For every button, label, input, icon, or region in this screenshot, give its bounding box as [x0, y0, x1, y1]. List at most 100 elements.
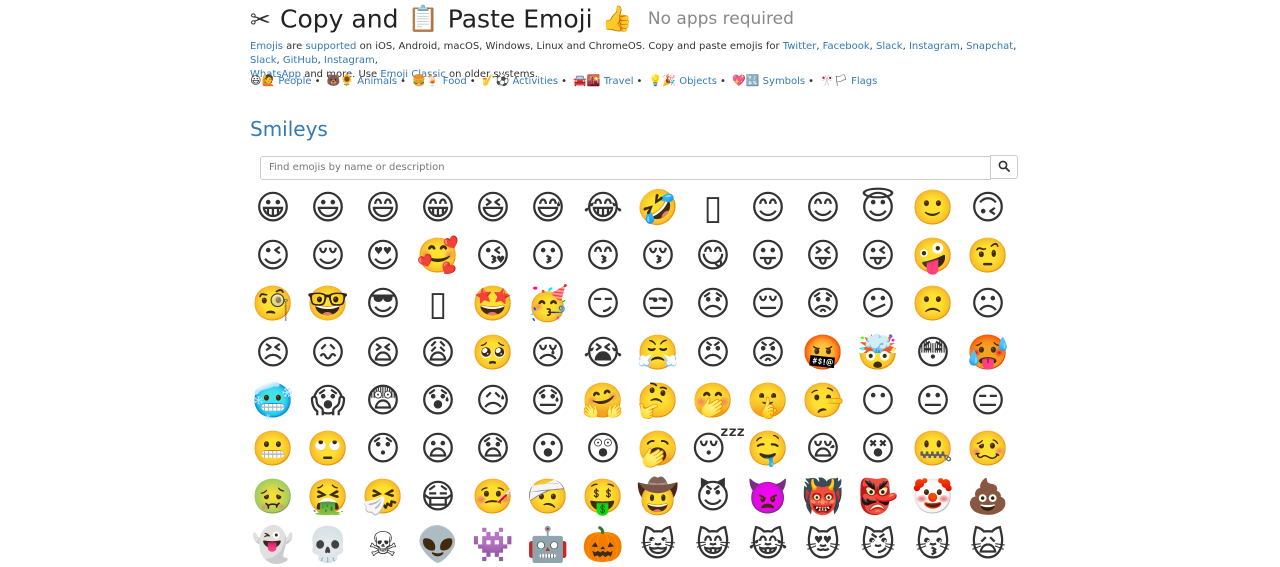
category-link-animals[interactable]: Animals — [357, 76, 397, 87]
emoji-item[interactable]: 🤯 — [856, 331, 900, 375]
search-button[interactable] — [990, 155, 1018, 179]
supported-link[interactable]: supported — [305, 41, 356, 52]
emoji-item[interactable]: 😶 — [856, 379, 900, 423]
emoji-item[interactable]: ▯ — [691, 186, 735, 230]
category-link-food[interactable]: Food — [443, 76, 467, 87]
emoji-item[interactable]: 🤬 — [801, 331, 845, 375]
emoji-item[interactable]: 🤧 — [361, 475, 405, 519]
category-link-flags[interactable]: Flags — [851, 76, 877, 87]
emoji-item[interactable]: 🤑 — [581, 475, 625, 519]
emoji-item[interactable]: 😀 — [251, 186, 295, 230]
emoji-item[interactable]: 😻 — [801, 523, 845, 567]
emoji-item[interactable]: 😃 — [306, 186, 350, 230]
emoji-item[interactable]: 😋 — [691, 234, 735, 278]
emoji-item[interactable]: 😰 — [416, 379, 460, 423]
emoji-item[interactable]: 🤕 — [526, 475, 570, 519]
category-link-people[interactable]: People — [278, 76, 311, 87]
emoji-item[interactable]: 😥 — [471, 379, 515, 423]
emoji-item[interactable]: 🤐 — [911, 427, 955, 471]
emoji-item[interactable]: 🤥 — [801, 379, 845, 423]
emoji-item[interactable]: 🥵 — [966, 331, 1010, 375]
category-link-objects[interactable]: Objects — [679, 76, 717, 87]
emoji-item[interactable]: 👻 — [251, 523, 295, 567]
emoji-item[interactable]: 😖 — [306, 331, 350, 375]
emoji-item[interactable]: 😪 — [801, 427, 845, 471]
emoji-item[interactable]: 😂 — [581, 186, 625, 230]
emoji-item[interactable]: 🤭 — [691, 379, 735, 423]
emojis-link[interactable]: Emojis — [250, 41, 283, 52]
emoji-item[interactable]: 😧 — [471, 427, 515, 471]
emoji-item[interactable]: 😄 — [361, 186, 405, 230]
emoji-item[interactable]: 😍 — [361, 234, 405, 278]
emoji-item[interactable]: 😷 — [416, 475, 460, 519]
emoji-item[interactable]: ☹ — [966, 282, 1010, 326]
category-link-activities[interactable]: Activities — [512, 76, 558, 87]
emoji-item[interactable]: 😨 — [361, 379, 405, 423]
emoji-item[interactable]: 🤓 — [306, 282, 350, 326]
emoji-item[interactable]: 🥶 — [251, 379, 295, 423]
twitter-link[interactable]: Twitter — [783, 41, 817, 52]
emoji-item[interactable]: 😴 — [691, 427, 746, 471]
emoji-item[interactable]: 💀 — [306, 523, 350, 567]
emoji-item[interactable]: 🤨 — [966, 234, 1010, 278]
emoji-item[interactable]: 😤 — [636, 331, 680, 375]
instagram-link[interactable]: Instagram — [909, 41, 960, 52]
emoji-item[interactable]: 😉 — [251, 234, 295, 278]
emoji-item[interactable]: 🤗 — [581, 379, 625, 423]
emoji-item[interactable]: 🤢 — [251, 475, 295, 519]
emoji-item[interactable]: 😮 — [526, 427, 570, 471]
emoji-item[interactable]: 😵 — [856, 427, 900, 471]
emoji-item[interactable]: 🎃 — [581, 523, 625, 567]
emoji-item[interactable]: 🥳 — [526, 282, 570, 326]
emoji-item[interactable]: 🤔 — [636, 379, 680, 423]
emoji-item[interactable]: 😺 — [636, 523, 680, 567]
emoji-item[interactable]: 👺 — [856, 475, 900, 519]
emoji-item[interactable]: 😟 — [801, 282, 845, 326]
emoji-item[interactable]: 💩 — [966, 475, 1010, 519]
emoji-item[interactable]: 🥴 — [966, 427, 1010, 471]
search-input[interactable] — [260, 155, 991, 180]
emoji-item[interactable]: 😡 — [746, 331, 790, 375]
category-link-symbols[interactable]: Symbols — [763, 76, 805, 87]
emoji-item[interactable]: 😽 — [911, 523, 955, 567]
emoji-item[interactable]: 🤫 — [746, 379, 790, 423]
emoji-item[interactable]: 😔 — [746, 282, 790, 326]
emoji-item[interactable]: 🤖 — [526, 523, 570, 567]
emoji-item[interactable]: 🙀 — [966, 523, 1010, 567]
emoji-item[interactable]: 😯 — [361, 427, 405, 471]
emoji-item[interactable]: 👽 — [416, 523, 460, 567]
emoji-item[interactable]: 😣 — [251, 331, 295, 375]
emoji-item[interactable]: 😘 — [471, 234, 515, 278]
emoji-item[interactable]: 😎 — [361, 282, 405, 326]
emoji-item[interactable]: 😅 — [526, 186, 570, 230]
category-link-travel[interactable]: Travel — [604, 76, 634, 87]
emoji-item[interactable]: 🙂 — [911, 186, 955, 230]
emoji-item[interactable]: 😜 — [856, 234, 900, 278]
emoji-item[interactable]: 😳 — [911, 331, 955, 375]
emoji-item[interactable]: 🤮 — [306, 475, 350, 519]
emoji-item[interactable]: 😫 — [361, 331, 405, 375]
emoji-item[interactable]: 😗 — [526, 234, 570, 278]
snapchat-link[interactable]: Snapchat — [966, 41, 1013, 52]
emoji-item[interactable]: 👿 — [746, 475, 790, 519]
emoji-item[interactable]: 😊 — [746, 186, 790, 230]
emoji-item[interactable]: 😈 — [691, 475, 735, 519]
slack-link-2[interactable]: Slack — [250, 55, 277, 66]
emoji-item[interactable]: 😢 — [526, 331, 570, 375]
emoji-item[interactable]: 😊 — [801, 186, 845, 230]
emoji-item[interactable]: ▯ — [416, 282, 460, 326]
emoji-item[interactable]: 🙁 — [911, 282, 955, 326]
emoji-item[interactable]: 😸 — [691, 523, 735, 567]
emoji-item[interactable]: 😛 — [746, 234, 790, 278]
instagram-link-2[interactable]: Instagram — [324, 55, 375, 66]
emoji-item[interactable]: 😚 — [636, 234, 680, 278]
emoji-item[interactable]: 😹 — [746, 523, 790, 567]
emoji-item[interactable]: 😇 — [856, 186, 900, 230]
slack-link[interactable]: Slack — [876, 41, 903, 52]
emoji-item[interactable]: 😑 — [966, 379, 1010, 423]
emoji-item[interactable]: 😼 — [856, 523, 900, 567]
github-link[interactable]: GitHub — [283, 55, 318, 66]
emoji-item[interactable]: 🥰 — [416, 234, 460, 278]
emoji-item[interactable]: 🙄 — [306, 427, 350, 471]
emoji-item[interactable]: 🤒 — [471, 475, 515, 519]
